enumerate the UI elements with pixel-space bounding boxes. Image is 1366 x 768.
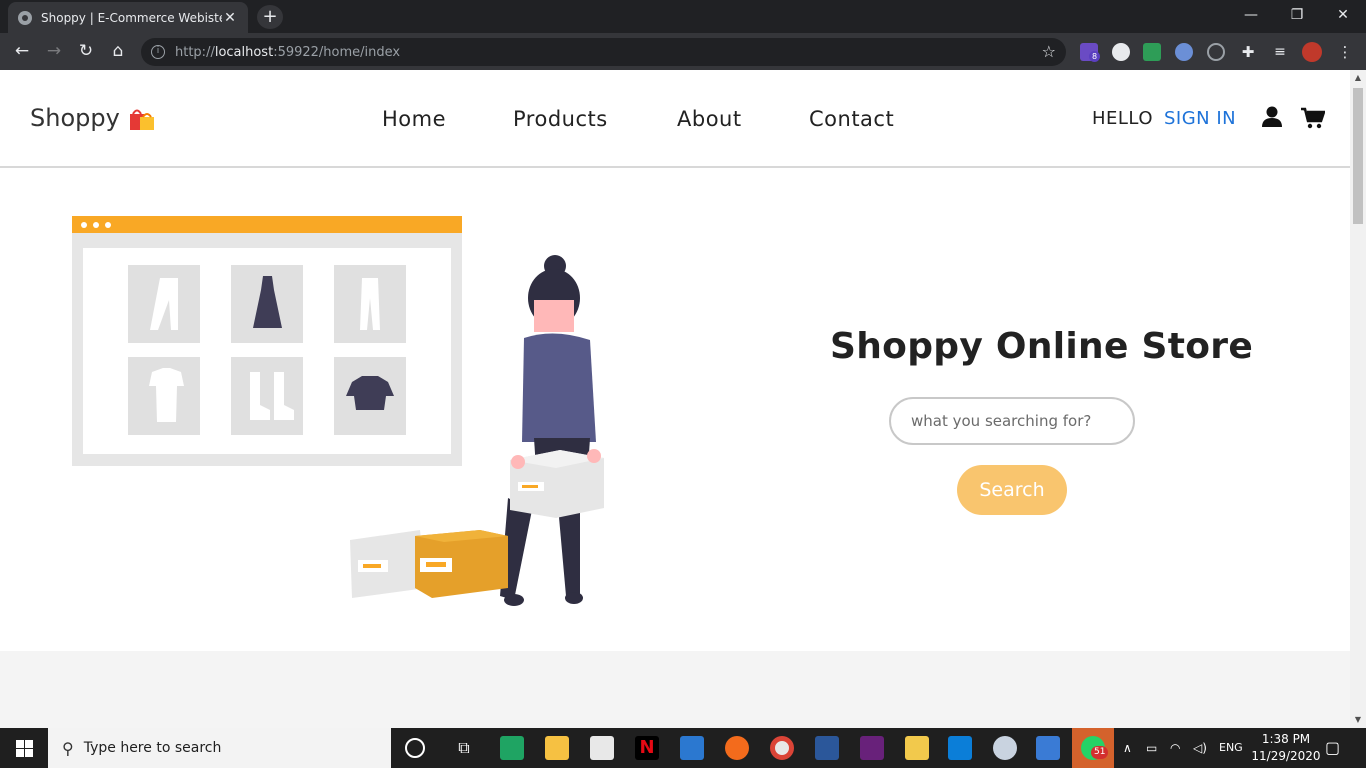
url-host: localhost — [214, 44, 274, 60]
sign-in-link[interactable]: SIGN IN — [1164, 108, 1236, 129]
bookmark-star-icon[interactable]: ☆ — [1042, 42, 1056, 61]
browser-tab[interactable]: Shoppy | E-Commerce Webiste ✕ — [8, 2, 248, 33]
react-icon[interactable] — [1207, 43, 1225, 61]
browser-tab-bar: Shoppy | E-Commerce Webiste ✕ + — ❐ ✕ — [0, 0, 1366, 33]
window-close-button[interactable]: ✕ — [1320, 0, 1366, 33]
app-icon[interactable] — [993, 736, 1017, 760]
extension-icon[interactable] — [1112, 43, 1130, 61]
next-section — [0, 651, 1350, 728]
taskbar-clock[interactable]: 1:38 PM 11/29/2020 — [1248, 731, 1324, 765]
taskbar-search-box[interactable]: ⚲ Type here to search — [48, 728, 391, 768]
volume-icon[interactable]: ◁) — [1193, 728, 1207, 768]
tab-title: Shoppy | E-Commerce Webiste — [41, 10, 222, 25]
restore-button[interactable]: ❐ — [1274, 0, 1320, 33]
mail-icon[interactable] — [680, 736, 704, 760]
user-icon[interactable] — [1261, 106, 1283, 128]
extension-icon[interactable] — [1143, 43, 1161, 61]
logo-text: Shoppy — [30, 104, 120, 132]
file-explorer-icon[interactable] — [545, 736, 569, 760]
extension-icon[interactable] — [1175, 43, 1193, 61]
store-icon[interactable] — [590, 736, 614, 760]
word-icon[interactable] — [815, 736, 839, 760]
sheets-icon[interactable] — [500, 736, 524, 760]
nav-contact[interactable]: Contact — [809, 107, 894, 131]
menu-icon[interactable]: ⋮ — [1336, 43, 1354, 61]
scrollbar-thumb[interactable] — [1353, 88, 1363, 224]
address-bar[interactable]: i http://localhost:59922/home/index ☆ — [141, 38, 1066, 66]
wifi-icon[interactable]: ◠ — [1170, 728, 1180, 768]
nav-products[interactable]: Products — [513, 107, 608, 131]
media-icon[interactable]: ≡ — [1271, 43, 1289, 61]
task-view-icon[interactable]: ⧉ — [452, 736, 476, 760]
visual-studio-icon[interactable] — [860, 736, 884, 760]
whatsapp-taskbar-item[interactable]: 51 — [1072, 728, 1114, 768]
vscode-icon[interactable] — [948, 736, 972, 760]
url-scheme: http:// — [175, 44, 215, 60]
nav-home[interactable]: Home — [382, 107, 446, 131]
product-search-input[interactable] — [889, 397, 1135, 445]
search-button[interactable]: Search — [957, 465, 1067, 515]
home-icon[interactable]: ⌂ — [107, 41, 129, 63]
taskbar-search-placeholder: Type here to search — [83, 740, 222, 756]
puzzle-icon[interactable]: ✚ — [1239, 43, 1257, 61]
url-path: :59922/home/index — [273, 44, 401, 60]
tab-close-icon[interactable]: ✕ — [222, 10, 238, 26]
app-icon[interactable] — [905, 736, 929, 760]
page-scrollbar[interactable]: ▲ ▼ — [1350, 70, 1366, 728]
minimize-button[interactable]: — — [1228, 0, 1274, 33]
clock-date: 11/29/2020 — [1251, 749, 1321, 763]
browser-toolbar: ← → ↻ ⌂ i http://localhost:59922/home/in… — [0, 33, 1366, 70]
avatar[interactable] — [1302, 42, 1322, 62]
site-logo[interactable]: Shoppy — [30, 104, 154, 132]
new-tab-button[interactable]: + — [257, 5, 283, 29]
windows-start-button[interactable] — [0, 728, 48, 768]
clock-time: 1:38 PM — [1261, 732, 1311, 746]
site-header: Shoppy Home Products About Contact HELLO… — [0, 70, 1350, 168]
search-icon: ⚲ — [62, 738, 74, 758]
windows-taskbar: ⚲ Type here to search ⧉ N 51 ∧ ▭ ◠ ◁) EN… — [0, 728, 1366, 768]
notification-icon[interactable]: ▢ — [1325, 728, 1340, 768]
shopping-bag-icon — [128, 106, 154, 130]
chrome-icon[interactable] — [770, 736, 794, 760]
scroll-down-icon[interactable]: ▼ — [1350, 712, 1366, 728]
firefox-icon[interactable] — [725, 736, 749, 760]
cart-icon[interactable] — [1301, 107, 1326, 129]
extension-icon[interactable]: 8 — [1080, 43, 1100, 62]
battery-icon[interactable]: ▭ — [1146, 728, 1157, 768]
cortana-icon[interactable] — [405, 738, 425, 758]
hello-text: HELLO — [1092, 108, 1153, 129]
hero-illustration — [60, 210, 620, 614]
info-icon[interactable]: i — [151, 45, 165, 59]
globe-icon — [18, 10, 32, 25]
page-viewport: Shoppy Home Products About Contact HELLO… — [0, 70, 1350, 728]
reload-icon[interactable]: ↻ — [75, 41, 97, 63]
nav-about[interactable]: About — [677, 107, 742, 131]
photos-icon[interactable] — [1036, 736, 1060, 760]
netflix-icon[interactable]: N — [635, 736, 659, 760]
hero-title: Shoppy Online Store — [830, 326, 1254, 367]
scroll-up-icon[interactable]: ▲ — [1350, 70, 1366, 86]
whatsapp-badge: 51 — [1091, 746, 1109, 759]
windows-logo-icon — [15, 739, 33, 757]
extension-badge: 8 — [1089, 51, 1100, 62]
forward-icon[interactable]: → — [43, 41, 65, 63]
tray-chevron-icon[interactable]: ∧ — [1123, 728, 1132, 768]
language-indicator[interactable]: ENG — [1219, 728, 1243, 768]
back-icon[interactable]: ← — [11, 41, 33, 63]
